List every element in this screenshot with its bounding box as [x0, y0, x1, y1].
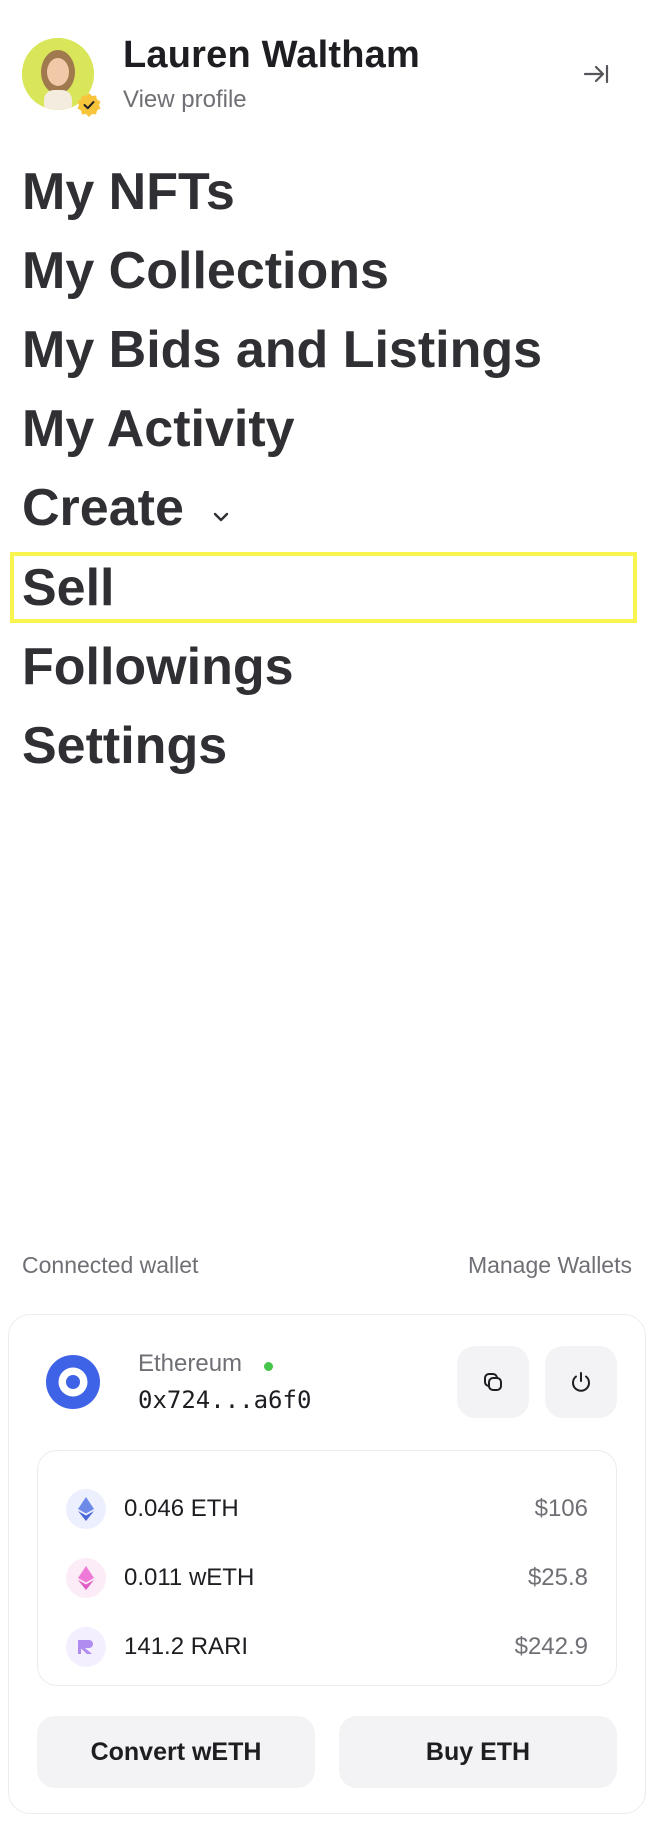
nav-item-label: Settings — [22, 717, 228, 775]
nav-item-label: My Collections — [22, 242, 389, 300]
nav-item-label: Create — [22, 479, 184, 537]
nav-item-settings[interactable]: Settings — [22, 716, 227, 776]
nav-item-my-collections[interactable]: My Collections — [22, 241, 389, 301]
avatar[interactable] — [22, 38, 101, 117]
token-amount: 0.046 ETH — [124, 1495, 239, 1522]
nav-item-label: My NFTs — [22, 163, 235, 221]
verified-badge-icon — [76, 92, 102, 118]
token-amount: 0.011 wETH — [124, 1564, 255, 1591]
token-amount: 141.2 RARI — [124, 1633, 249, 1660]
user-name: Lauren Waltham — [123, 34, 420, 76]
chain-name: Ethereum — [138, 1350, 243, 1377]
balance-row-rari: 141.2 RARI $242.9 — [38, 1619, 616, 1675]
chevron-down-icon — [212, 476, 230, 536]
nav-item-my-bids-and-listings[interactable]: My Bids and Listings — [22, 320, 542, 380]
nav-item-label: Sell — [22, 559, 115, 617]
connected-wallet-label: Connected wallet — [22, 1252, 199, 1278]
rari-icon — [66, 1627, 106, 1667]
copy-icon — [484, 1373, 502, 1391]
arrow-right-to-line-icon — [583, 64, 609, 84]
nav-item-label: Followings — [22, 638, 294, 696]
power-icon — [572, 1372, 590, 1392]
buy-eth-button[interactable]: Buy ETH — [339, 1716, 617, 1788]
nav-item-my-nfts[interactable]: My NFTs — [22, 162, 235, 222]
balance-row-weth: 0.011 wETH $25.8 — [38, 1550, 616, 1606]
nav-item-followings[interactable]: Followings — [22, 637, 294, 697]
collapse-menu-button[interactable] — [578, 56, 614, 92]
token-usd-value: $242.9 — [514, 1633, 588, 1660]
nav-item-label: My Activity — [22, 400, 295, 458]
disconnect-button[interactable] — [545, 1346, 617, 1418]
convert-weth-button[interactable]: Convert wETH — [37, 1716, 315, 1788]
nav-item-my-activity[interactable]: My Activity — [22, 399, 295, 459]
token-usd-value: $106 — [534, 1495, 588, 1522]
balances-list: 0.046 ETH $106 0.011 wETH $25.8 141.2 RA… — [37, 1450, 617, 1686]
balance-row-eth: 0.046 ETH $106 — [38, 1481, 616, 1537]
profile-header: Lauren Waltham View profile — [0, 0, 650, 140]
weth-icon — [66, 1558, 106, 1598]
token-usd-value: $25.8 — [527, 1564, 588, 1591]
ethereum-chain-icon — [45, 1354, 101, 1410]
eth-icon — [66, 1489, 106, 1529]
manage-wallets-link[interactable]: Manage Wallets — [468, 1252, 632, 1279]
wallet-address: 0x724...a6f0 — [138, 1386, 312, 1414]
connection-status-dot — [264, 1362, 273, 1371]
nav-item-label: My Bids and Listings — [22, 321, 543, 379]
nav-item-create[interactable]: Create — [22, 478, 230, 538]
nav-item-sell[interactable]: Sell — [22, 558, 115, 618]
view-profile-link[interactable]: View profile — [123, 86, 247, 114]
copy-address-button[interactable] — [457, 1346, 529, 1418]
